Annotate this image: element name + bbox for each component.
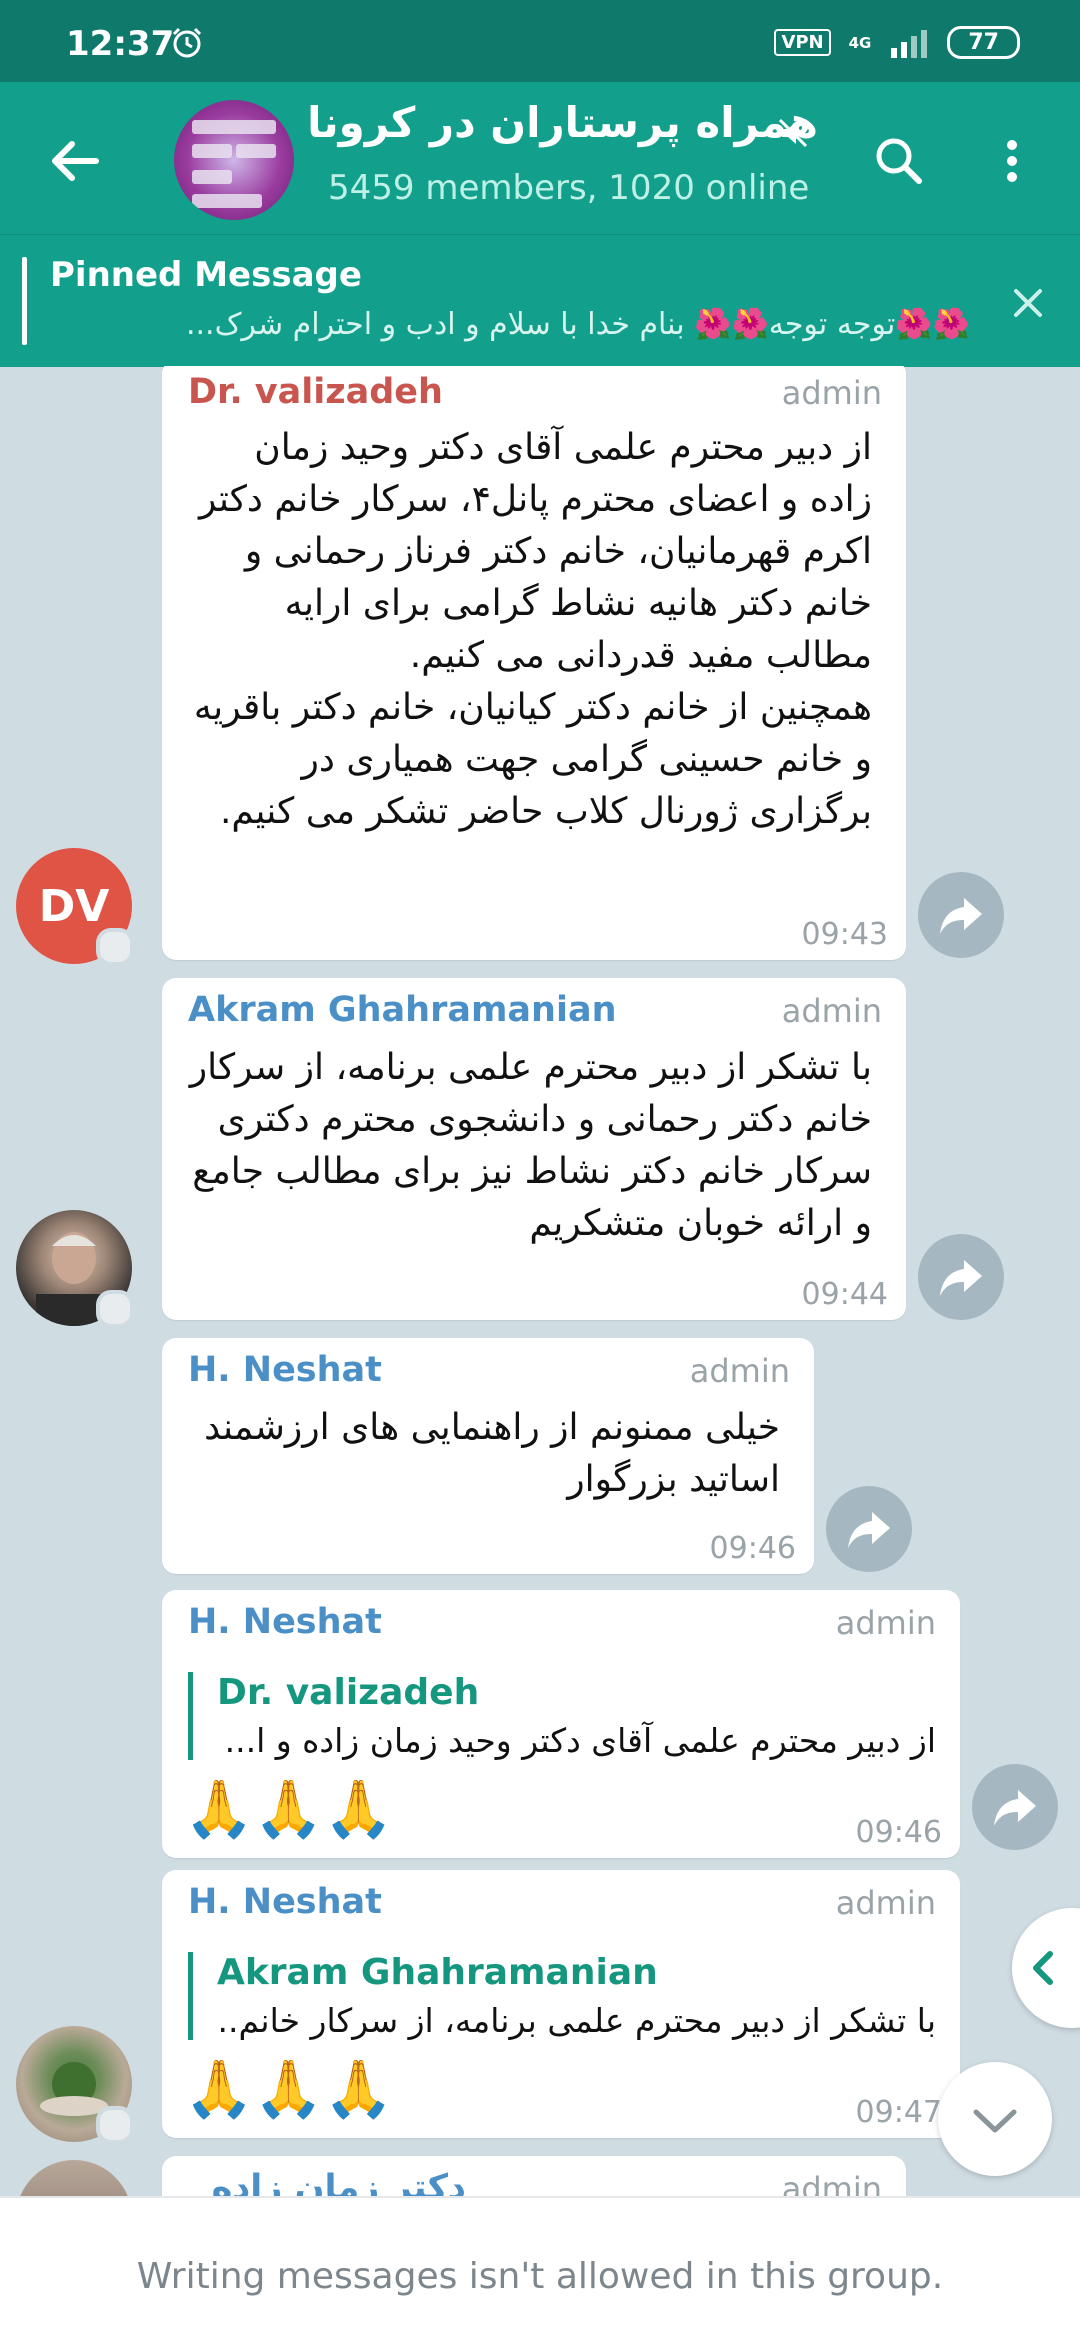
status-time: 12:37 xyxy=(66,24,175,64)
pinned-label: Pinned Message xyxy=(50,255,362,295)
share-icon xyxy=(940,898,982,934)
message-sender: Akram Ghahramanian xyxy=(188,990,617,1030)
signal-icon xyxy=(891,29,928,58)
alarm-icon xyxy=(172,27,202,58)
share-icon xyxy=(940,1260,982,1296)
emoji-content: 🙏🙏🙏 xyxy=(184,2057,394,2122)
reply-quote[interactable]: Akram Ghahramanian با تشکر از دبیر محترم… xyxy=(188,1952,936,2040)
message-bubble[interactable]: H. Neshat admin خیلی ممنونم از راهنمایی … xyxy=(162,1338,814,1574)
message-time: 09:47 xyxy=(855,2095,942,2130)
battery-indicator: 77 xyxy=(947,26,1020,59)
message-sender: Dr. valizadeh xyxy=(188,372,443,412)
share-icon xyxy=(994,1790,1036,1826)
pinned-text: 🌺🌺توجه توجه🌺🌺 بنام خدا با سلام و ادب و ا… xyxy=(185,307,970,342)
message-time: 09:46 xyxy=(709,1531,796,1566)
message-sender: H. Neshat xyxy=(188,1602,382,1642)
chat-header: همراه پرستاران در کرونا 5459 members, 10… xyxy=(0,82,1080,234)
message-sender: H. Neshat xyxy=(188,1882,382,1922)
admin-badge: admin xyxy=(689,1352,790,1390)
composer-disabled-bar: Writing messages isn't allowed in this g… xyxy=(0,2196,1080,2342)
avatar[interactable] xyxy=(16,2160,132,2196)
member-count: 5459 members, 1020 online xyxy=(328,168,810,208)
more-options-icon[interactable] xyxy=(990,126,1034,196)
message-time: 09:43 xyxy=(801,917,888,952)
status-dot xyxy=(96,2106,134,2144)
message-list[interactable]: Dr. valizadeh admin از دبیر محترم علمی آ… xyxy=(0,366,1080,2196)
share-button[interactable] xyxy=(826,1486,912,1572)
search-icon[interactable] xyxy=(864,126,934,196)
status-bar: 12:37 VPN 4G 77 xyxy=(0,0,1080,82)
status-dot xyxy=(96,928,134,966)
status-dot xyxy=(96,1290,134,1328)
share-button[interactable] xyxy=(972,1764,1058,1850)
network-type: 4G xyxy=(848,33,872,52)
reply-text: از دبیر محترم علمی آقای دکتر وحید زمان ز… xyxy=(224,1721,936,1760)
share-button[interactable] xyxy=(918,1234,1004,1320)
reply-sender: Akram Ghahramanian xyxy=(217,1952,658,1993)
message-bubble[interactable]: Akram Ghahramanian admin با تشکر از دبیر… xyxy=(162,978,906,1320)
scroll-down-button[interactable] xyxy=(938,2062,1052,2176)
reply-sender: Dr. valizadeh xyxy=(217,1672,480,1713)
vpn-badge: VPN xyxy=(774,29,831,56)
share-icon xyxy=(848,1512,890,1548)
admin-badge: admin xyxy=(781,374,882,412)
message-bubble[interactable]: H. Neshat admin Akram Ghahramanian با تش… xyxy=(162,1870,960,2138)
message-sender: H. Neshat xyxy=(188,1350,382,1390)
chevron-down-icon xyxy=(973,2109,1017,2133)
writing-disabled-notice: Writing messages isn't allowed in this g… xyxy=(136,2256,944,2297)
chevron-left-icon xyxy=(1033,1951,1053,1985)
reply-quote[interactable]: Dr. valizadeh از دبیر محترم علمی آقای دک… xyxy=(188,1672,936,1760)
emoji-content: 🙏🙏🙏 xyxy=(184,1777,394,1842)
admin-badge: admin xyxy=(835,1604,936,1642)
message-text: از دبیر محترم علمی آقای دکتر وحید زمان ز… xyxy=(193,427,872,832)
admin-badge: admin xyxy=(781,992,882,1030)
message-time: 09:44 xyxy=(801,1277,888,1312)
pinned-indicator xyxy=(22,257,27,345)
close-icon[interactable] xyxy=(1008,283,1048,323)
back-arrow-icon[interactable] xyxy=(40,126,110,196)
admin-badge: admin xyxy=(835,1884,936,1922)
message-text: خیلی ممنونم از راهنمایی های ارزشمند اسات… xyxy=(204,1407,780,1500)
pinned-message-bar[interactable]: Pinned Message 🌺🌺توجه توجه🌺🌺 بنام خدا با… xyxy=(0,234,1080,367)
message-bubble[interactable]: دکتر زمان زاده admin xyxy=(162,2156,906,2196)
reply-text: با تشکر از دبیر محترم علمی برنامه، از سر… xyxy=(217,2001,936,2040)
message-text: با تشکر از دبیر محترم علمی برنامه، از سر… xyxy=(189,1047,872,1244)
avatar-initials: DV xyxy=(38,880,110,932)
message-time: 09:46 xyxy=(855,1815,942,1850)
message-bubble[interactable]: H. Neshat admin Dr. valizadeh از دبیر مح… xyxy=(162,1590,960,1858)
group-title[interactable]: همراه پرستاران در کرونا xyxy=(258,98,818,147)
side-panel-button[interactable] xyxy=(1012,1908,1080,2028)
message-sender: دکتر زمان زاده xyxy=(211,2168,466,2196)
share-button[interactable] xyxy=(918,872,1004,958)
admin-badge: admin xyxy=(781,2170,882,2196)
message-bubble[interactable]: Dr. valizadeh admin از دبیر محترم علمی آ… xyxy=(162,366,906,960)
